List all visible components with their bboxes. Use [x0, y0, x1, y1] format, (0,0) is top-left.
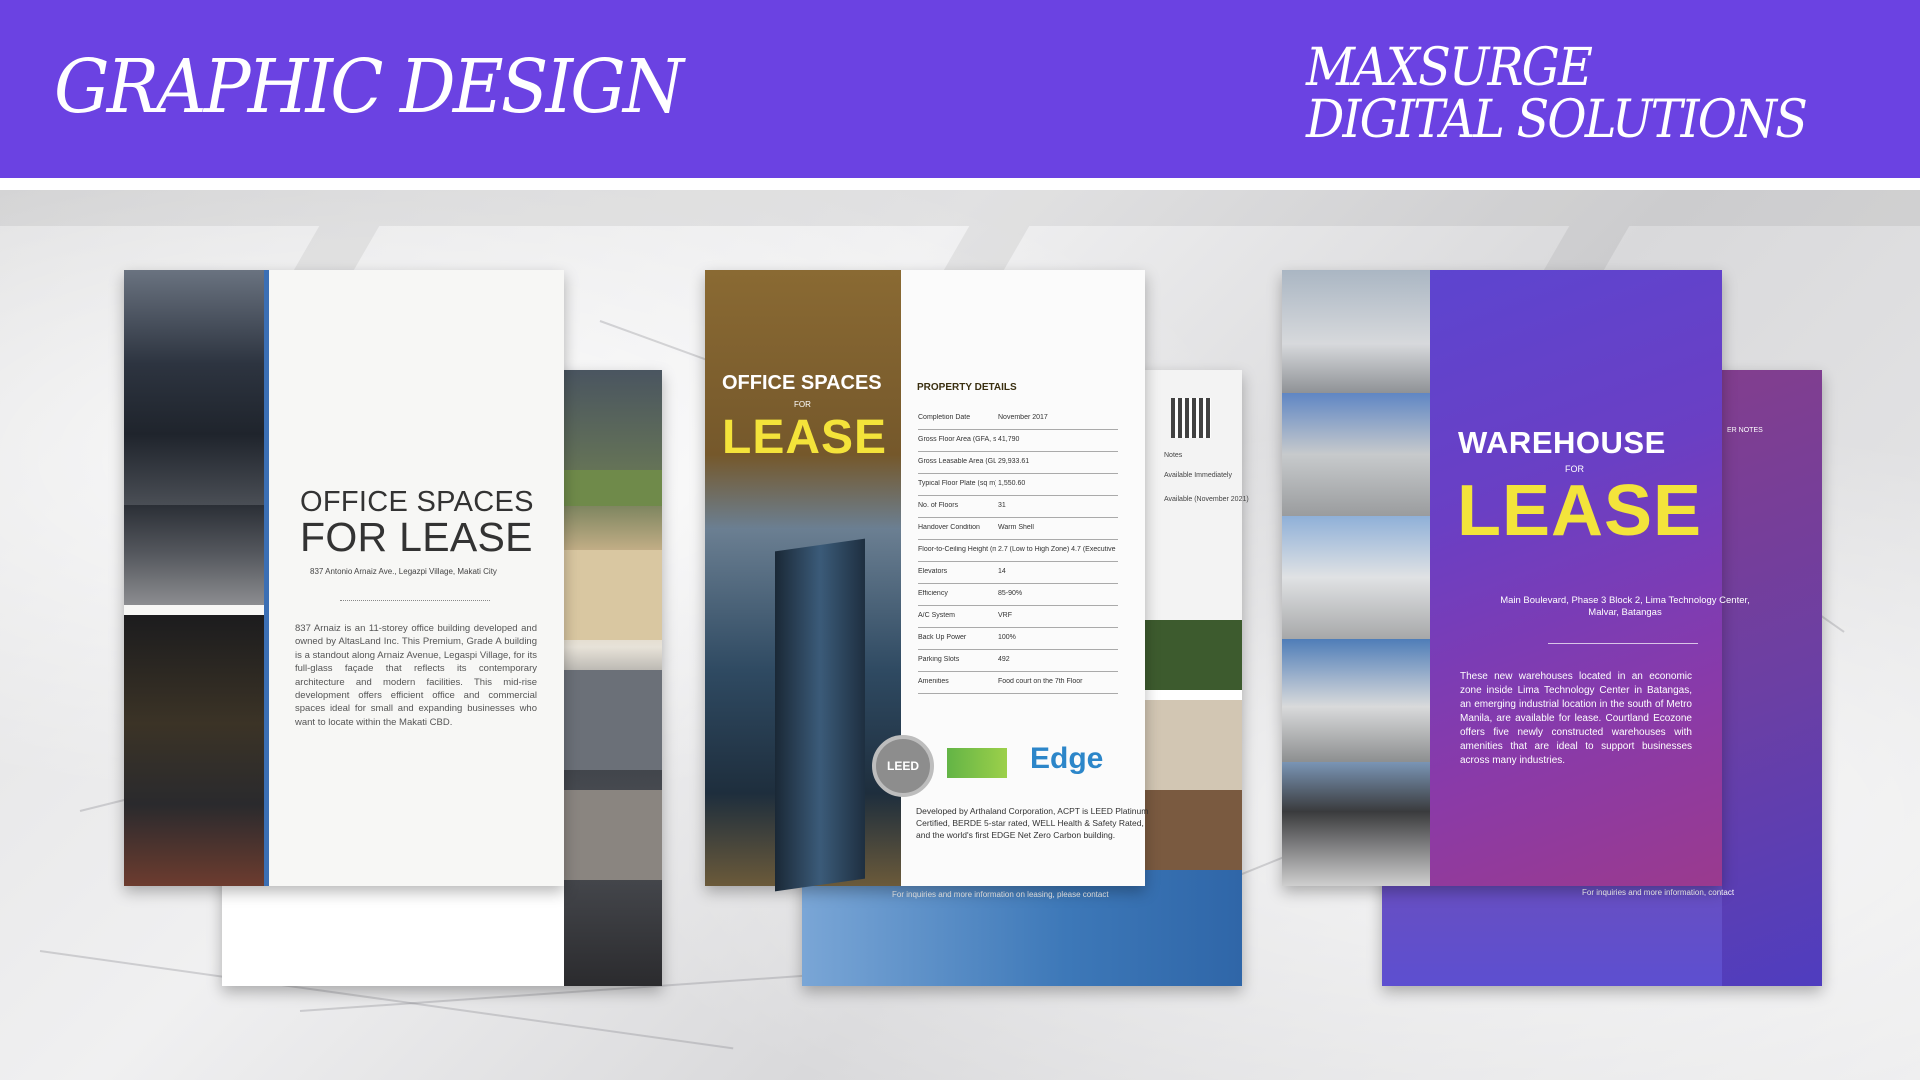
- brochure-1-front: [124, 270, 564, 886]
- availability-1: Available Immediately: [1164, 472, 1232, 479]
- qr-code: [1171, 398, 1211, 438]
- property-row: Handover Condition Warm Shell: [918, 520, 1118, 540]
- property-key: Parking Slots: [918, 656, 960, 663]
- brochure-3-lease: LEASE: [1457, 471, 1703, 551]
- property-row: Gross Leasable Area (GLA, sq m)29,933.61: [918, 454, 1118, 474]
- property-value: Warm Shell: [998, 524, 1034, 531]
- property-key: Floor-to-Ceiling Height (m): [918, 546, 996, 553]
- warehouse-photo-1: [1282, 270, 1430, 393]
- warehouse-inquiries: For inquiries and more information, cont…: [1582, 888, 1735, 897]
- property-value: 1,550.60: [998, 480, 1026, 487]
- brochure-1-body: 837 Arnaiz is an 11-storey office buildi…: [295, 623, 537, 728]
- property-row: A/C System VRF: [918, 608, 1118, 628]
- property-key: Back Up Power: [918, 634, 967, 641]
- brand-name: MAXSURGE DIGITAL SOLUTIONS: [1306, 38, 1808, 150]
- property-row: Elevators 14: [918, 564, 1118, 584]
- property-value: 14: [998, 568, 1006, 575]
- brochure-1-address: 837 Antonio Arnaiz Ave., Legazpi Village…: [310, 567, 497, 576]
- page-title: GRAPHIC DESIGN: [54, 44, 684, 130]
- brand-line-1: MAXSURGE: [1306, 38, 1593, 98]
- property-row: Floor-to-Ceiling Height (m) 2.7 (Low to H…: [918, 542, 1118, 562]
- property-row: Efficiency 85-90%: [918, 586, 1118, 606]
- warehouse-photo-5: [1282, 762, 1430, 886]
- street-photo: [124, 505, 264, 605]
- property-value: VRF: [998, 612, 1012, 619]
- entrance-photo: [124, 615, 264, 886]
- property-value: 31: [998, 502, 1006, 509]
- property-row: Parking Slots 492: [918, 652, 1118, 672]
- property-row: No. of Floors 31: [918, 498, 1118, 518]
- property-key: Gross Floor Area (GFA, sq m): [918, 436, 996, 443]
- property-value: 85-90%: [998, 590, 1023, 597]
- availability-2: Available (November 2021): [1164, 496, 1249, 503]
- warehouse-notes: ER NOTES: [1727, 427, 1763, 434]
- property-key: Handover Condition: [918, 524, 980, 531]
- brochure-2-developer: Developed by Arthaland Corporation, ACPT…: [916, 806, 1149, 840]
- brand-line-2: DIGITAL SOLUTIONS: [1306, 90, 1808, 150]
- warehouse-photo-2: [1282, 393, 1430, 516]
- property-value: November 2017: [998, 414, 1048, 421]
- property-key: Completion Date: [918, 414, 971, 421]
- property-value: 492: [998, 656, 1010, 663]
- brochure-2-lease: LEASE: [722, 411, 888, 464]
- property-value: 41,790: [998, 436, 1020, 443]
- warehouse-photo-3: [1282, 516, 1430, 639]
- property-key: Elevators: [918, 568, 948, 575]
- property-key: Amenities: [918, 678, 949, 685]
- warehouse-photo-4: [1282, 639, 1430, 762]
- property-row: Gross Floor Area (GFA, sq m)41,790: [918, 432, 1118, 452]
- property-key: Gross Leasable Area (GLA, sq m): [918, 458, 996, 465]
- brochure-2-heading: OFFICE SPACES: [722, 372, 882, 394]
- leed-badge: LEED: [872, 735, 934, 797]
- property-value: Food court on the 7th Floor: [998, 678, 1083, 685]
- brochure-3-body: These new warehouses located in an econo…: [1460, 671, 1692, 766]
- property-key: No. of Floors: [918, 502, 959, 509]
- brochure-2-inquiries: For inquiries and more information on le…: [892, 890, 1109, 899]
- property-value: 2.7 (Low to High Zone) 4.7 (Executive Fl…: [998, 546, 1116, 553]
- property-key: Efficiency: [918, 590, 948, 597]
- header-divider: [0, 178, 1920, 190]
- property-row: Back Up Power 100%: [918, 630, 1118, 650]
- building-photo: [124, 270, 264, 505]
- property-row: Typical Floor Plate (sq m) 1,550.60: [918, 476, 1118, 496]
- notes-label: Notes: [1164, 452, 1183, 459]
- property-row: Completion Date November 2017: [918, 410, 1118, 430]
- property-value: 100%: [998, 634, 1016, 641]
- header-banner: GRAPHIC DESIGN MAXSURGE DIGITAL SOLUTION…: [0, 0, 1920, 178]
- property-key: Typical Floor Plate (sq m): [918, 480, 996, 487]
- property-value: 29,933.61: [998, 458, 1030, 465]
- property-key: A/C System: [918, 612, 955, 619]
- property-details-heading: PROPERTY DETAILS: [917, 382, 1017, 393]
- berde-logo: [947, 748, 1007, 778]
- brochure-3-address: Main Boulevard, Phase 3 Block 2, Lima Te…: [1500, 595, 1750, 618]
- brochure-2-for: FOR: [794, 400, 811, 409]
- edge-badge: Edge: [1030, 742, 1104, 775]
- property-row: Amenities Food court on the 7th Floor: [918, 674, 1118, 694]
- brochure-1-title-line2: FOR LEASE: [300, 514, 533, 560]
- brochure-3-heading: WAREHOUSE: [1458, 425, 1666, 460]
- brochure-3-front: [1282, 270, 1722, 886]
